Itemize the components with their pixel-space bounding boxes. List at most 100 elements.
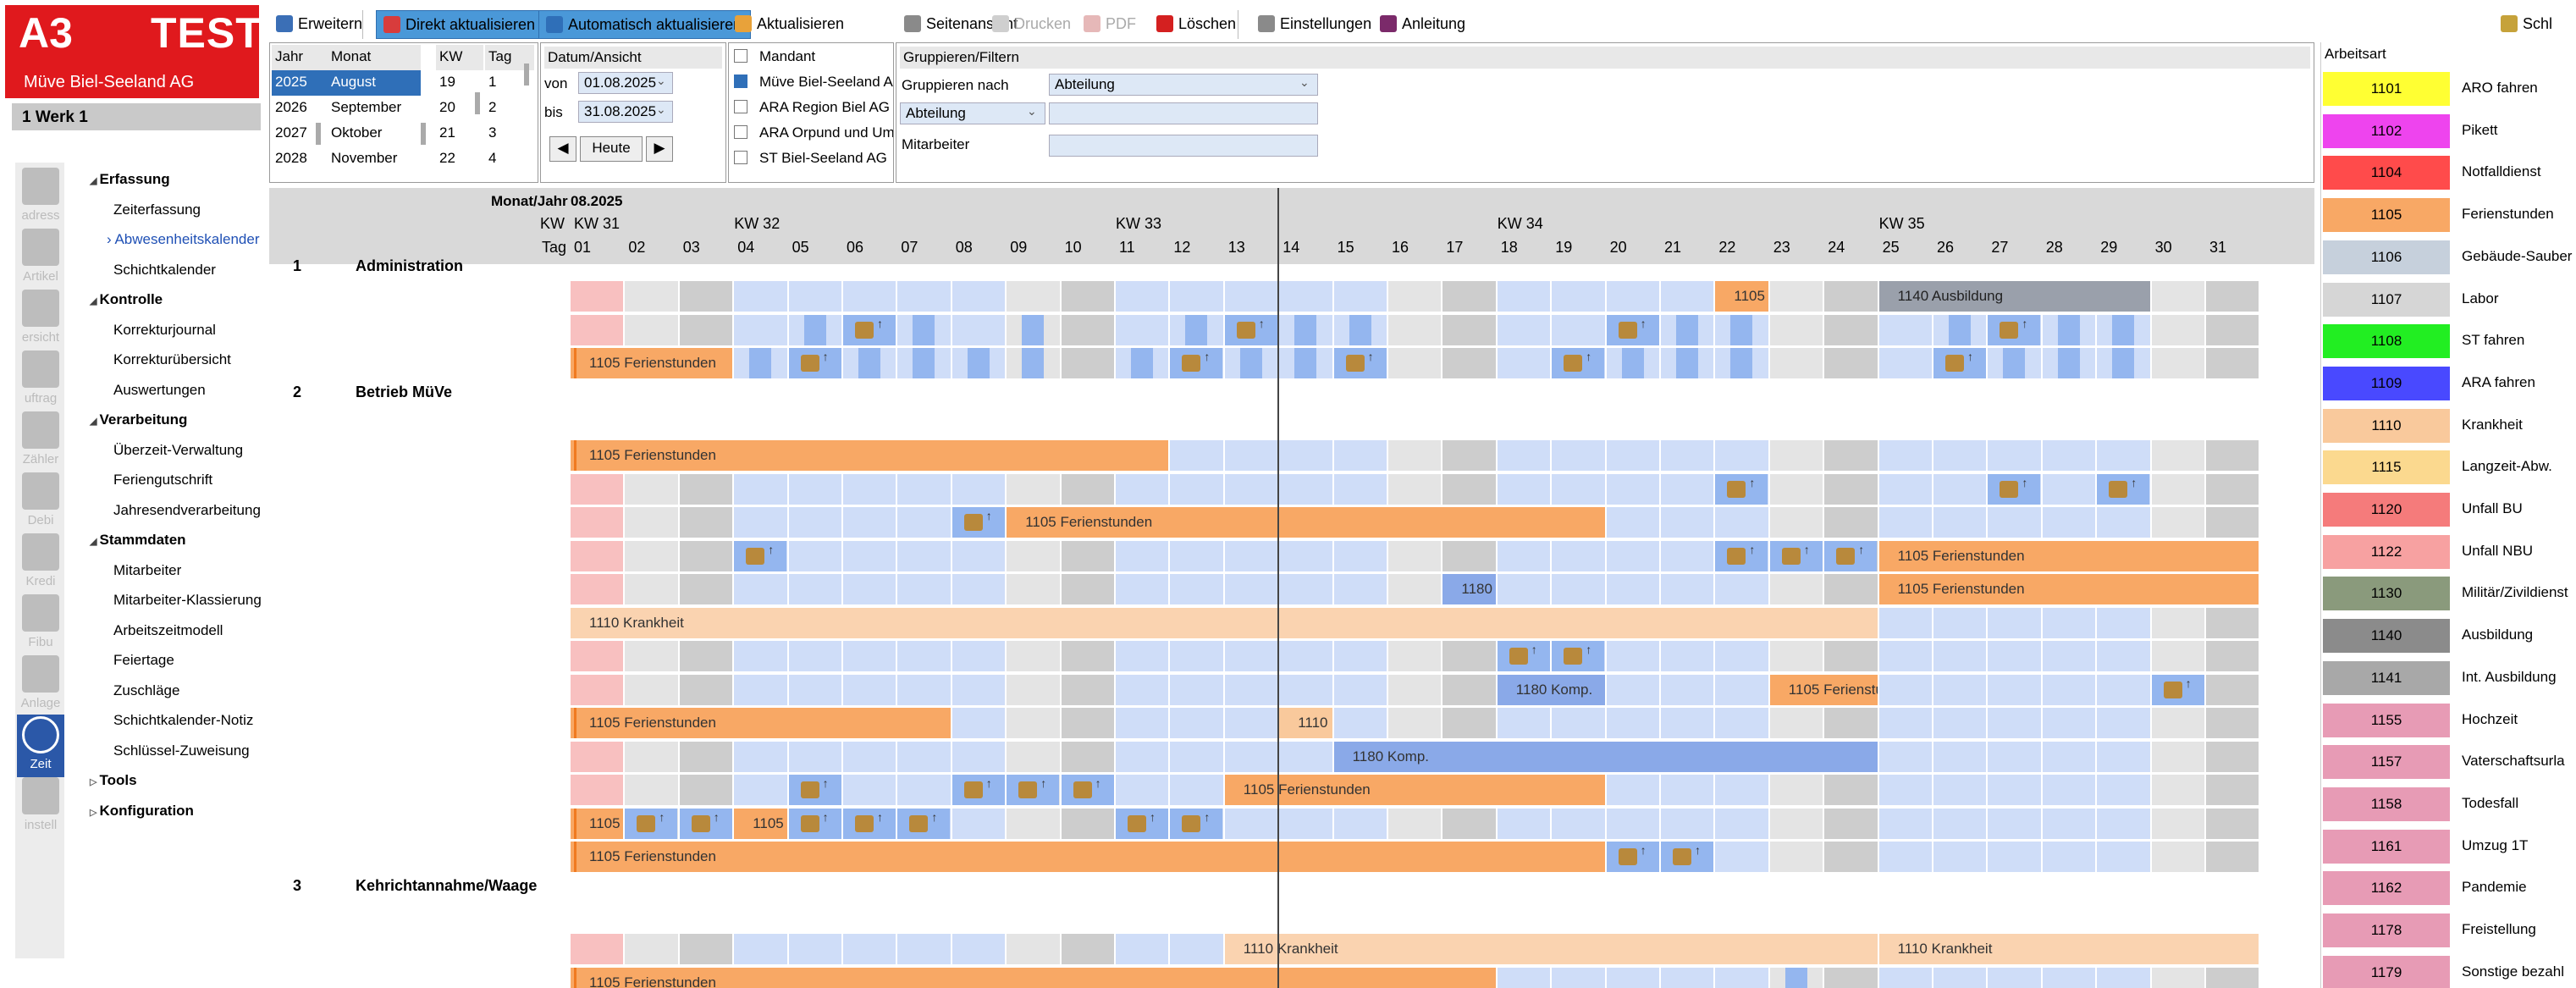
- booking-marker[interactable]: ↑: [679, 808, 732, 839]
- day-cell[interactable]: [1388, 440, 1442, 471]
- jahr-list[interactable]: Jahr 2025 2026 2027 2028: [272, 45, 328, 172]
- tag-option[interactable]: 2: [485, 96, 534, 121]
- nav-abwesenheitskalender[interactable]: Abwesenheitskalender: [107, 231, 259, 248]
- planned-day[interactable]: [1022, 314, 1045, 345]
- planned-day[interactable]: [1185, 314, 1208, 345]
- day-cell[interactable]: [952, 574, 1006, 604]
- absence-bar[interactable]: 1110 Krankheit: [1878, 934, 2259, 964]
- booking-marker[interactable]: ↑: [1170, 348, 1223, 378]
- day-cell[interactable]: [1988, 741, 2041, 772]
- day-cell[interactable]: [1933, 607, 1987, 638]
- nav-korrekturübersicht[interactable]: Korrekturübersicht: [113, 351, 231, 368]
- absence-bar[interactable]: 1105 Ferienstunden: [571, 348, 733, 378]
- day-cell[interactable]: [2206, 741, 2259, 772]
- day-cell[interactable]: [679, 775, 733, 805]
- day-cell[interactable]: [2206, 473, 2259, 505]
- day-cell[interactable]: [2151, 607, 2204, 638]
- day-cell[interactable]: [1224, 741, 1278, 772]
- day-cell[interactable]: [2151, 775, 2204, 805]
- day-cell[interactable]: [2042, 473, 2096, 505]
- day-cell[interactable]: [1442, 314, 1496, 345]
- day-cell[interactable]: [897, 741, 951, 772]
- day-cell[interactable]: [1061, 574, 1114, 604]
- day-cell[interactable]: [1552, 540, 1605, 571]
- day-cell[interactable]: [1333, 540, 1387, 571]
- day-cell[interactable]: [1170, 708, 1223, 738]
- absence-bar[interactable]: 1110 Krankheit: [571, 607, 1878, 638]
- day-cell[interactable]: [843, 641, 896, 671]
- booking-marker[interactable]: ↑: [1552, 348, 1605, 378]
- day-cell[interactable]: [2097, 741, 2150, 772]
- day-cell[interactable]: [1988, 808, 2041, 839]
- day-cell[interactable]: [788, 934, 841, 964]
- day-cell[interactable]: [1497, 967, 1551, 988]
- day-cell[interactable]: [1061, 934, 1114, 964]
- legend-row[interactable]: 1162 Pandemie: [2321, 869, 2576, 908]
- day-cell[interactable]: [571, 507, 624, 538]
- day-cell[interactable]: [952, 314, 1006, 345]
- nav-zeiterfassung[interactable]: Zeiterfassung: [113, 201, 201, 218]
- booking-marker[interactable]: ↑: [788, 348, 841, 378]
- booking-marker[interactable]: ↑: [1988, 314, 2041, 345]
- day-cell[interactable]: [1552, 708, 1605, 738]
- day-cell[interactable]: [1824, 348, 1878, 378]
- day-cell[interactable]: [2206, 641, 2259, 671]
- legend-row[interactable]: 1109 ARA fahren: [2321, 364, 2576, 403]
- day-cell[interactable]: [1715, 842, 1768, 872]
- day-cell[interactable]: [1116, 473, 1169, 505]
- day-cell[interactable]: [1606, 281, 1659, 312]
- day-cell[interactable]: [1606, 540, 1659, 571]
- day-cell[interactable]: [1715, 440, 1768, 471]
- chevron-down-icon[interactable]: ⌄: [1299, 75, 1310, 90]
- day-cell[interactable]: [2097, 674, 2150, 705]
- day-cell[interactable]: [2042, 708, 2096, 738]
- day-cell[interactable]: [1661, 574, 1714, 604]
- day-cell[interactable]: [843, 473, 896, 505]
- nav-arbeitszeitmodell[interactable]: Arbeitszeitmodell: [113, 622, 223, 639]
- day-cell[interactable]: [1170, 440, 1223, 471]
- day-cell[interactable]: [952, 808, 1006, 839]
- day-cell[interactable]: [1279, 741, 1332, 772]
- day-cell[interactable]: [1769, 314, 1823, 345]
- day-cell[interactable]: [1497, 440, 1551, 471]
- day-cell[interactable]: [625, 314, 678, 345]
- day-cell[interactable]: [1442, 440, 1496, 471]
- day-cell[interactable]: [1552, 440, 1605, 471]
- day-cell[interactable]: [2151, 440, 2204, 471]
- planned-day[interactable]: [2112, 314, 2135, 345]
- day-cell[interactable]: [2097, 842, 2150, 872]
- day-cell[interactable]: [1224, 440, 1278, 471]
- day-cell[interactable]: [2151, 281, 2204, 312]
- day-cell[interactable]: [734, 281, 787, 312]
- day-cell[interactable]: [1388, 641, 1442, 671]
- booking-marker[interactable]: ↑: [1715, 540, 1768, 571]
- booking-marker[interactable]: ↑: [1933, 348, 1986, 378]
- legend-row[interactable]: 1157 Vaterschaftsurla: [2321, 742, 2576, 781]
- day-cell[interactable]: [2042, 607, 2096, 638]
- day-cell[interactable]: [1661, 507, 1714, 538]
- jahr-scrollbar[interactable]: [316, 123, 321, 145]
- day-cell[interactable]: [1116, 641, 1169, 671]
- nav-verarbeitung[interactable]: Verarbeitung: [90, 411, 188, 428]
- day-cell[interactable]: [1224, 574, 1278, 604]
- legend-row[interactable]: 1122 Unfall NBU: [2321, 533, 2576, 571]
- day-cell[interactable]: [679, 934, 733, 964]
- day-cell[interactable]: [1769, 574, 1823, 604]
- day-cell[interactable]: [1878, 473, 1932, 505]
- booking-marker[interactable]: ↑: [1606, 314, 1659, 345]
- day-cell[interactable]: [1061, 540, 1114, 571]
- day-cell[interactable]: [1388, 708, 1442, 738]
- day-cell[interactable]: [625, 574, 678, 604]
- day-cell[interactable]: [1933, 967, 1987, 988]
- planned-day[interactable]: [1730, 314, 1753, 345]
- day-cell[interactable]: [1116, 314, 1169, 345]
- day-cell[interactable]: [1170, 574, 1223, 604]
- day-cell[interactable]: [1661, 674, 1714, 705]
- chevron-down-icon[interactable]: ⌄: [656, 102, 666, 117]
- day-cell[interactable]: [679, 674, 733, 705]
- nav-schichtkalender[interactable]: Schichtkalender: [113, 262, 216, 279]
- chevron-down-icon[interactable]: ⌄: [1027, 104, 1037, 119]
- day-cell[interactable]: [1116, 574, 1169, 604]
- day-cell[interactable]: [1824, 808, 1878, 839]
- chevron-down-icon[interactable]: ⌄: [656, 74, 666, 88]
